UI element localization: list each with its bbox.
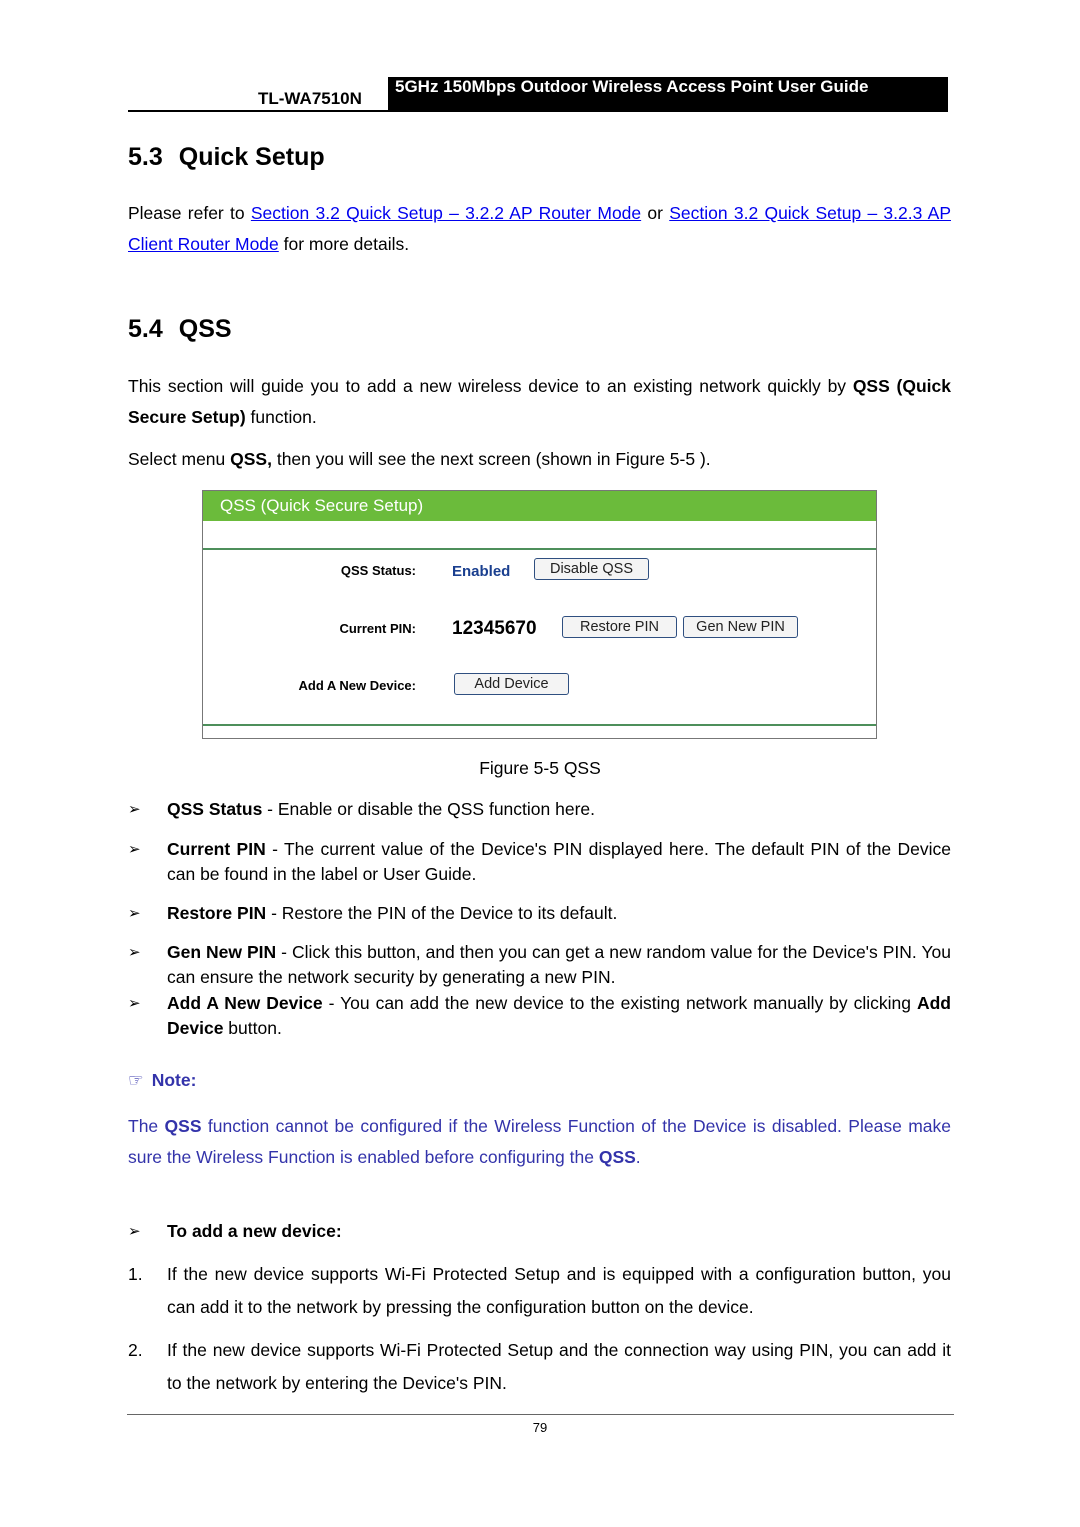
quick-setup-paragraph: Please refer to Section 3.2 Quick Setup … [128, 198, 951, 260]
text: for more details. [278, 234, 410, 254]
text: or [641, 203, 670, 223]
bullet-term: Restore PIN [167, 903, 267, 923]
current-pin-row: Current PIN: 12345670 Restore PIN Gen Ne… [203, 616, 876, 642]
panel-spacer [203, 521, 876, 550]
section-title: Quick Setup [178, 143, 325, 171]
add-device-row: Add A New Device: Add Device [203, 673, 876, 699]
note-label: Note: [151, 1070, 197, 1090]
page-number: 79 [532, 1420, 548, 1435]
panel-title: QSS (Quick Secure Setup) [203, 491, 876, 521]
heading-text: To add a new device: [167, 1221, 342, 1241]
bullet-desc: - Restore the PIN of the Device to its d… [266, 903, 618, 923]
bold-text: QSS, [230, 449, 272, 469]
add-device-button[interactable]: Add Device [454, 673, 569, 695]
qss-status-value: Enabled [452, 563, 511, 580]
disable-qss-button[interactable]: Disable QSS [534, 558, 649, 580]
bullet-term: Current PIN [167, 839, 266, 859]
qss-select-paragraph: Select menu QSS, then you will see the n… [128, 444, 951, 475]
bullet-item: ➢ Current PIN - The current value of the… [128, 837, 951, 887]
qss-intro-paragraph: This section will guide you to add a new… [128, 371, 951, 433]
section-number: 5.4 [128, 315, 163, 343]
add-new-device-label: Add A New Device: [298, 678, 416, 693]
bullet-item: ➢ Gen New PIN - Click this button, and t… [128, 940, 951, 990]
step-number: 1. [128, 1264, 143, 1284]
link-ap-router-mode[interactable]: Section 3.2 Quick Setup – 3.2.2 AP Route… [251, 203, 641, 223]
arrow-bullet-icon: ➢ [128, 801, 141, 818]
footer-rule [127, 1414, 954, 1415]
figure-caption: Figure 5-5 QSS [479, 758, 601, 778]
qss-status-row: QSS Status: Enabled Disable QSS [203, 558, 876, 584]
bullet-desc: - Click this button, and then you can ge… [167, 942, 951, 987]
numbered-step: 1. If the new device supports Wi-Fi Prot… [128, 1258, 951, 1324]
bullet-desc: button. [223, 1018, 282, 1038]
text: Please refer to [128, 203, 251, 223]
arrow-bullet-icon: ➢ [128, 905, 141, 922]
page-header: TL-WA7510N 5GHz 150Mbps Outdoor Wireless… [128, 77, 948, 112]
bullet-item: ➢ QSS Status - Enable or disable the QSS… [128, 797, 951, 822]
arrow-bullet-icon: ➢ [128, 995, 141, 1012]
note-text: The QSS function cannot be configured if… [128, 1111, 951, 1173]
text: . [635, 1147, 641, 1167]
bullet-item: ➢ Restore PIN - Restore the PIN of the D… [128, 901, 951, 926]
text: function. [245, 407, 317, 427]
bold-text: QSS [164, 1116, 202, 1136]
text: Select menu [128, 449, 231, 469]
panel-footer-rule [203, 724, 876, 726]
text: This section will guide you to add a new… [128, 376, 853, 396]
numbered-step: 2. If the new device supports Wi-Fi Prot… [128, 1334, 951, 1400]
step-text: If the new device supports Wi-Fi Protect… [167, 1264, 951, 1317]
qss-status-label: QSS Status: [340, 563, 416, 578]
bullet-desc: - Enable or disable the QSS function her… [262, 799, 596, 819]
section-heading-quick-setup: 5.3 Quick Setup [128, 143, 325, 172]
arrow-bullet-icon: ➢ [128, 841, 141, 858]
bullet-desc: - You can add the new device to the exis… [322, 993, 917, 1013]
text: The [128, 1116, 165, 1136]
restore-pin-button[interactable]: Restore PIN [562, 616, 677, 638]
bullet-term: Gen New PIN [167, 942, 277, 962]
bullet-term: Add A New Device [167, 993, 323, 1013]
current-pin-value: 12345670 [452, 618, 537, 639]
section-heading-qss: 5.4 QSS [128, 315, 232, 344]
header-model: TL-WA7510N [258, 89, 362, 108]
section-number: 5.3 [128, 143, 163, 171]
step-number: 2. [128, 1340, 143, 1360]
text: then you will see the next screen (shown… [271, 449, 711, 469]
bullet-desc: - The current value of the Device's PIN … [167, 839, 952, 884]
qss-figure-panel: QSS (Quick Secure Setup) QSS Status: Ena… [202, 490, 877, 739]
text: function cannot be configured if the Wir… [128, 1116, 951, 1167]
section-title: QSS [178, 315, 232, 343]
header-title: 5GHz 150Mbps Outdoor Wireless Access Poi… [388, 77, 948, 112]
bullet-term: QSS Status [167, 799, 263, 819]
bold-text: QSS [598, 1147, 636, 1167]
pointing-hand-icon: ☞ [128, 1070, 144, 1090]
step-text: If the new device supports Wi-Fi Protect… [167, 1340, 951, 1393]
note-heading: ☞ Note: [128, 1070, 196, 1091]
add-device-heading: ➢ To add a new device: [128, 1219, 951, 1244]
current-pin-label: Current PIN: [339, 621, 416, 636]
arrow-bullet-icon: ➢ [128, 1223, 141, 1240]
gen-new-pin-button[interactable]: Gen New PIN [683, 616, 798, 638]
arrow-bullet-icon: ➢ [128, 944, 141, 961]
bullet-item: ➢ Add A New Device - You can add the new… [128, 991, 951, 1041]
